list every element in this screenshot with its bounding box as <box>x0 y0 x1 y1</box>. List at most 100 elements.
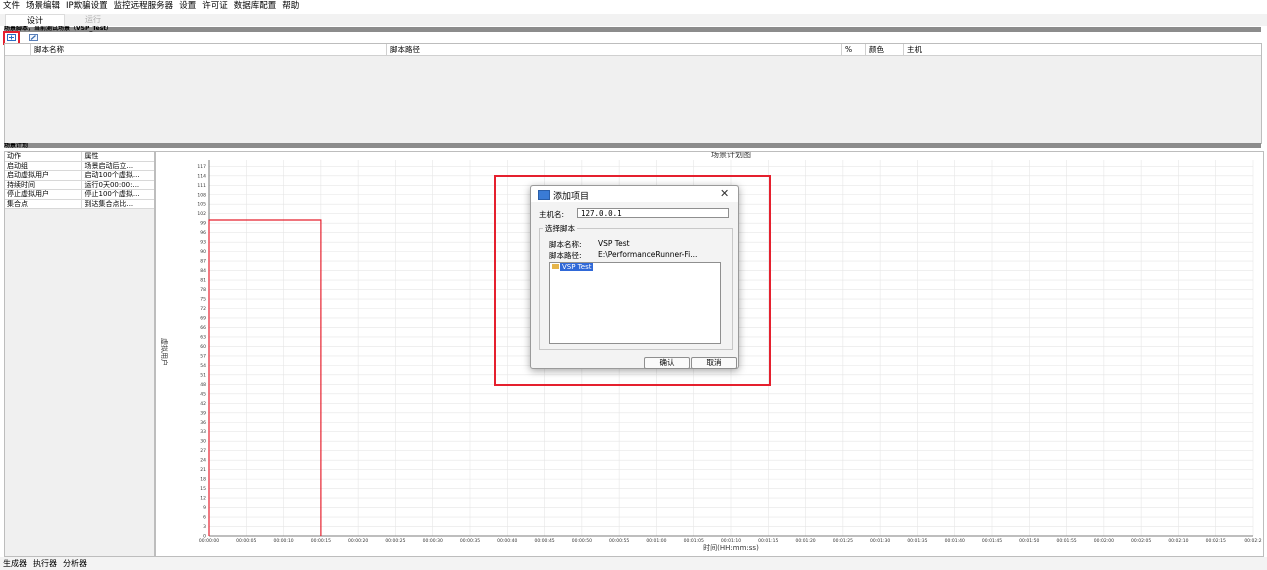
script-name-value: VSP Test <box>598 239 630 248</box>
tree-node-selected[interactable]: VSP Test <box>560 263 594 271</box>
y-tick-label: 30 <box>200 439 206 445</box>
y-tick-label: 102 <box>197 211 206 217</box>
table-row[interactable]: 启动组 场景启动后立... <box>5 161 154 171</box>
table-row[interactable]: 集合点 到达集合点比... <box>5 199 154 209</box>
menu-monitor-server[interactable]: 监控远程服务器 <box>111 0 177 13</box>
x-tick-label: 00:00:20 <box>348 538 368 544</box>
dialog-titlebar[interactable]: 添加项目 ✕ <box>531 186 738 202</box>
col-script-name[interactable]: 脚本名称 <box>30 44 386 55</box>
x-tick-label: 00:02:05 <box>1131 538 1151 544</box>
x-tick-label: 00:01:05 <box>684 538 704 544</box>
row-action: 持续时间 <box>5 180 83 189</box>
menu-license[interactable]: 许可证 <box>199 0 231 13</box>
y-tick-label: 6 <box>203 515 206 521</box>
script-table-header: 脚本名称 脚本路径 % 颜色 主机 <box>5 44 1261 56</box>
tab-analyzer[interactable]: 分析器 <box>60 557 90 570</box>
script-path-label: 脚本路径: <box>549 251 582 260</box>
menu-ip-spoof[interactable]: IP欺骗设置 <box>63 0 111 13</box>
ok-button[interactable]: 确认 <box>644 357 690 369</box>
menu-db-config[interactable]: 数据库配置 <box>231 0 280 13</box>
row-property: 停止100个虚拟... <box>84 190 140 198</box>
script-tree[interactable]: VSP Test <box>549 262 721 344</box>
y-tick-label: 33 <box>200 429 206 435</box>
y-tick-label: 45 <box>200 391 206 397</box>
x-axis-label: 时间(HH:mm:ss) <box>703 543 759 552</box>
chart-title: 场景计划图 <box>711 152 751 159</box>
x-tick-label: 00:00:50 <box>572 538 592 544</box>
table-row[interactable]: 停止虚拟用户 停止100个虚拟... <box>5 190 154 200</box>
y-tick-label: 78 <box>200 287 206 293</box>
y-tick-label: 111 <box>197 183 206 189</box>
menu-help[interactable]: 帮助 <box>279 0 302 13</box>
y-tick-label: 93 <box>200 240 206 246</box>
close-icon[interactable]: ✕ <box>720 187 729 200</box>
tab-run[interactable]: 运行 <box>64 14 122 26</box>
y-tick-label: 18 <box>200 477 206 483</box>
select-script-label: 选择脚本 <box>543 223 577 234</box>
app-icon <box>538 190 550 200</box>
x-tick-label: 00:00:10 <box>273 538 293 544</box>
y-tick-label: 69 <box>200 315 206 321</box>
col-action: 动作 <box>5 152 83 161</box>
add-item-dialog: 添加项目 ✕ 主机名: 127.0.0.1 选择脚本 脚本名称: VSP Tes… <box>530 185 739 369</box>
plan-section-title: 场景计划 <box>4 143 29 149</box>
y-tick-label: 51 <box>200 372 206 378</box>
y-tick-label: 75 <box>200 297 206 303</box>
x-tick-label: 00:01:55 <box>1056 538 1076 544</box>
col-property: 属性 <box>84 152 99 160</box>
menu-settings[interactable]: 设置 <box>176 0 199 13</box>
status-bar: 生成器 执行器 分析器 <box>0 557 1267 570</box>
x-tick-label: 00:00:45 <box>534 538 554 544</box>
x-tick-label: 00:01:35 <box>907 538 927 544</box>
y-tick-label: 15 <box>200 486 206 492</box>
x-tick-label: 00:01:50 <box>1019 538 1039 544</box>
y-tick-label: 60 <box>200 344 206 350</box>
cancel-button[interactable]: 取消 <box>691 357 737 369</box>
x-tick-label: 00:01:25 <box>833 538 853 544</box>
plan-table-header: 动作 属性 <box>5 152 154 162</box>
row-property: 到达集合点比... <box>84 199 134 208</box>
menu-file[interactable]: 文件 <box>0 0 23 13</box>
col-host[interactable]: 主机 <box>903 44 1261 55</box>
x-tick-label: 00:01:45 <box>982 538 1002 544</box>
col-color[interactable]: 颜色 <box>865 44 903 55</box>
table-row[interactable]: 持续时间 运行0天00:00:... <box>5 180 154 190</box>
script-path-value: E:\PerformanceRunner-Fi... <box>598 250 698 259</box>
edit-icon[interactable] <box>29 34 38 41</box>
row-action: 集合点 <box>5 199 83 208</box>
x-tick-label: 00:00:35 <box>460 538 480 544</box>
x-tick-label: 00:01:20 <box>795 538 815 544</box>
col-script-path[interactable]: 脚本路径 <box>386 44 841 55</box>
x-tick-label: 00:00:40 <box>497 538 517 544</box>
row-property: 启动100个虚拟... <box>84 171 140 179</box>
y-tick-label: 114 <box>197 173 206 179</box>
col-percent[interactable]: % <box>841 44 865 55</box>
host-label: 主机名: <box>539 210 565 219</box>
folder-icon <box>552 264 559 269</box>
script-table: 脚本名称 脚本路径 % 颜色 主机 <box>4 43 1262 144</box>
host-input[interactable]: 127.0.0.1 <box>577 208 729 218</box>
script-section-title: 场景脚本，当前测试场景（VSP_Test） <box>4 26 113 32</box>
x-tick-label: 00:01:30 <box>870 538 890 544</box>
y-tick-label: 117 <box>197 164 206 170</box>
menu-scene-edit[interactable]: 场景编辑 <box>23 0 63 13</box>
tab-executor[interactable]: 执行器 <box>30 557 60 570</box>
plan-actions-panel: 动作 属性 启动组 场景启动后立... 启动虚拟用户 启动100个虚拟... 持… <box>4 151 155 557</box>
y-tick-label: 99 <box>200 221 206 227</box>
view-tabs: 设计 运行 <box>0 14 1267 27</box>
y-tick-label: 57 <box>200 353 206 359</box>
y-tick-label: 63 <box>200 334 206 340</box>
y-tick-label: 39 <box>200 410 206 416</box>
table-row[interactable]: 启动虚拟用户 启动100个虚拟... <box>5 171 154 181</box>
y-tick-label: 84 <box>200 268 206 274</box>
x-tick-label: 00:01:40 <box>945 538 965 544</box>
tab-generator[interactable]: 生成器 <box>0 557 30 570</box>
y-tick-label: 42 <box>200 401 206 407</box>
y-tick-label: 54 <box>200 363 206 369</box>
y-tick-label: 27 <box>200 448 206 454</box>
x-tick-label: 00:00:15 <box>311 538 331 544</box>
x-tick-label: 00:02:00 <box>1094 538 1114 544</box>
row-action: 停止虚拟用户 <box>5 190 83 199</box>
x-tick-label: 00:00:05 <box>236 538 256 544</box>
y-tick-label: 90 <box>200 249 206 255</box>
